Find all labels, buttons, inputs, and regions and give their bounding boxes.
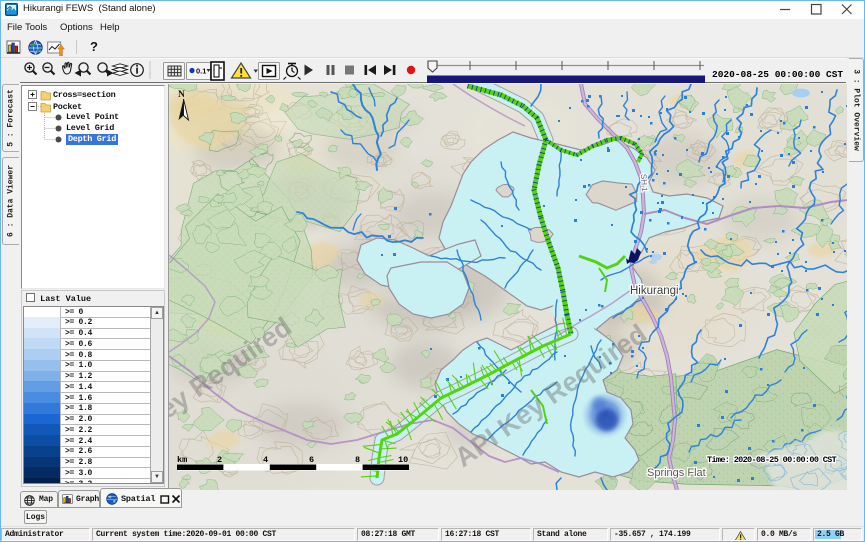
svg-text:8: 8: [355, 455, 360, 465]
svg-text:10: 10: [398, 455, 408, 465]
svg-text:km: km: [177, 455, 187, 465]
svg-text:2: 2: [217, 455, 222, 465]
svg-text:Time: 2020-08-25 00:00:00 CST: Time: 2020-08-25 00:00:00 CST: [707, 455, 837, 465]
svg-text:SH 1: SH 1: [639, 174, 649, 193]
svg-text:0.1: 0.1: [196, 67, 206, 76]
svg-text:2020-08-25 00:00:00 CST: 2020-08-25 00:00:00 CST: [712, 69, 843, 80]
svg-text:4: 4: [263, 455, 268, 465]
svg-text:6: 6: [309, 455, 314, 465]
svg-text:N: N: [178, 90, 185, 100]
svg-text:Hikurangi: Hikurangi: [630, 285, 679, 297]
svg-text:Springs Flat: Springs Flat: [647, 467, 706, 479]
